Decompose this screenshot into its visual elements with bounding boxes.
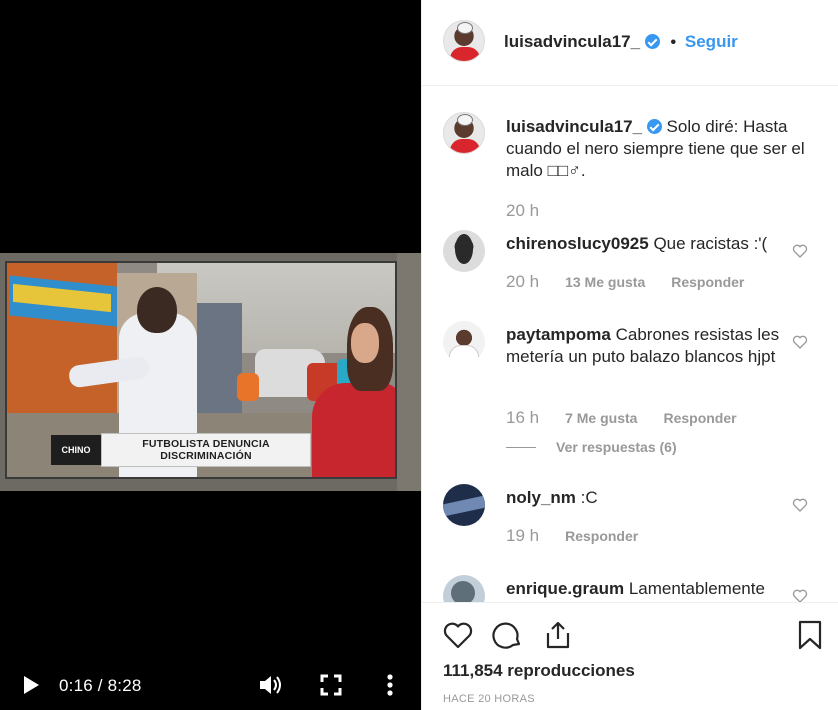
comment-meta: 19 h Responder [506, 526, 638, 546]
comment-text: enrique.graum Lamentablemente [506, 578, 806, 600]
like-comment-heart-icon[interactable] [792, 243, 808, 259]
caption-avatar[interactable] [443, 112, 485, 154]
more-options-icon[interactable] [382, 673, 398, 697]
post-actions: 111,854 reproducciones HACE 20 HORAS [422, 602, 838, 710]
comment-icon[interactable] [492, 619, 524, 651]
comment-username[interactable]: enrique.graum [506, 579, 624, 598]
comment-text: noly_nm :C [506, 487, 806, 509]
comment-avatar[interactable] [443, 321, 485, 363]
news-lower-third: FUTBOLISTA DENUNCIA DISCRIMINACIÓN [101, 433, 311, 467]
separator-dot: • [670, 34, 677, 51]
play-icon[interactable] [20, 674, 42, 696]
comment-likes[interactable]: 7 Me gusta [565, 410, 637, 426]
reply-button[interactable]: Responder [671, 274, 744, 290]
microphone [237, 373, 259, 401]
verified-icon [646, 119, 662, 134]
share-icon[interactable] [542, 619, 574, 651]
comment-meta: 20 h 13 Me gusta Responder [506, 272, 744, 292]
post-timestamp[interactable]: HACE 20 HORAS [443, 693, 535, 705]
caption-text: luisadvincula17_ Solo diré: Hasta cuando… [506, 116, 806, 182]
comment-avatar[interactable] [443, 230, 485, 272]
volume-icon[interactable] [258, 673, 284, 697]
like-comment-heart-icon[interactable] [792, 497, 808, 513]
follow-button[interactable]: Seguir [685, 32, 738, 51]
comment-body: Lamentablemente [628, 579, 765, 598]
like-comment-heart-icon[interactable] [792, 588, 808, 602]
view-count[interactable]: 111,854 reproducciones [443, 661, 635, 681]
comment-time[interactable]: 16 h [506, 408, 539, 428]
like-comment-heart-icon[interactable] [792, 334, 808, 350]
caption-meta: 20 h [506, 201, 539, 221]
comment-meta: 16 h 7 Me gusta Responder [506, 408, 737, 428]
post-header: luisadvincula17_ • Seguir [422, 0, 838, 86]
reply-button[interactable]: Responder [663, 410, 736, 426]
video-player[interactable]: CHINO FUTBOLISTA DENUNCIA DISCRIMINACIÓN… [0, 0, 421, 710]
view-replies-button[interactable]: Ver respuestas (6) [506, 439, 677, 455]
comment-username[interactable]: noly_nm [506, 488, 576, 507]
comment-text: paytampoma Cabrones resistas les metería… [506, 324, 806, 368]
comment-likes[interactable]: 13 Me gusta [565, 274, 645, 290]
comment-text: chirenoslucy0925 Que racistas :'( [506, 233, 806, 255]
tv-screen: CHINO FUTBOLISTA DENUNCIA DISCRIMINACIÓN [5, 261, 397, 479]
comment-username[interactable]: paytampoma [506, 325, 611, 344]
like-heart-icon[interactable] [442, 619, 474, 651]
comment-body: :C [580, 488, 598, 507]
reply-button[interactable]: Responder [565, 528, 638, 544]
show-logo: CHINO [51, 435, 101, 465]
video-frame: CHINO FUTBOLISTA DENUNCIA DISCRIMINACIÓN [0, 253, 421, 491]
caption-time[interactable]: 20 h [506, 201, 539, 221]
video-time: 0:16 / 8:28 [59, 676, 142, 695]
video-controls: 0:16 / 8:28 [0, 660, 421, 710]
avatar[interactable] [443, 20, 485, 62]
verified-icon [644, 34, 660, 49]
view-replies-label[interactable]: Ver respuestas (6) [556, 439, 677, 455]
comment-time[interactable]: 20 h [506, 272, 539, 292]
comment-avatar[interactable] [443, 484, 485, 526]
replies-divider [506, 446, 536, 448]
header-username[interactable]: luisadvincula17_ [504, 32, 640, 51]
comment-username[interactable]: chirenoslucy0925 [506, 234, 649, 253]
header-user: luisadvincula17_ • Seguir [504, 32, 738, 52]
bookmark-icon[interactable] [794, 619, 826, 651]
fullscreen-icon[interactable] [320, 674, 342, 696]
caption-username[interactable]: luisadvincula17_ [506, 117, 642, 136]
comments-list[interactable]: luisadvincula17_ Solo diré: Hasta cuando… [422, 87, 838, 602]
comment-time[interactable]: 19 h [506, 526, 539, 546]
comment-avatar[interactable] [443, 575, 485, 602]
reporter-figure [312, 383, 395, 477]
comment-body: Que racistas :'( [653, 234, 768, 253]
post-panel: luisadvincula17_ • Seguir luisadvincula1… [421, 0, 838, 710]
